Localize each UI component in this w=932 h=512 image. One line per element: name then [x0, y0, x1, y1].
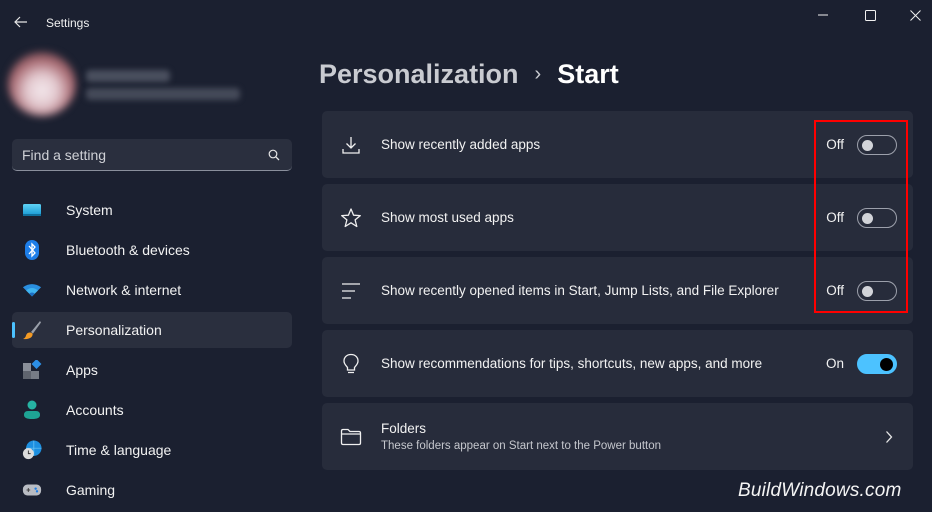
download-icon — [340, 134, 362, 156]
search-input[interactable] — [22, 146, 266, 163]
maximize-button[interactable] — [850, 4, 890, 26]
sidebar-item-personalization[interactable]: Personalization — [12, 312, 292, 348]
bluetooth-icon — [22, 240, 42, 260]
sidebar-nav: System Bluetooth & devices Network & int… — [12, 192, 292, 512]
breadcrumb-chevron-icon: › — [534, 62, 542, 85]
search-icon[interactable] — [266, 147, 282, 163]
sidebar-item-label: Accounts — [66, 402, 124, 418]
title-bar: Settings — [0, 0, 932, 44]
setting-recommendations: Show recommendations for tips, shortcuts… — [322, 330, 913, 397]
user-profile[interactable] — [6, 50, 246, 120]
sidebar-item-apps[interactable]: Apps — [12, 352, 292, 388]
gamepad-icon — [22, 480, 42, 500]
toggle-knob — [880, 357, 893, 371]
sidebar-item-time-language[interactable]: Time & language — [12, 432, 292, 468]
setting-label: Folders — [381, 421, 427, 436]
monitor-icon — [22, 200, 42, 220]
folder-icon — [340, 426, 362, 448]
breadcrumb: Personalization › Start — [319, 56, 619, 92]
sidebar-item-label: Apps — [66, 362, 98, 378]
close-button[interactable] — [895, 4, 932, 26]
highlight-box-annotation — [814, 120, 908, 313]
sidebar-item-gaming[interactable]: Gaming — [12, 472, 292, 508]
page-title: Start — [557, 58, 619, 89]
sidebar-item-accounts[interactable]: Accounts — [12, 392, 292, 428]
globe-clock-icon — [22, 440, 42, 460]
setting-folders[interactable]: Folders These folders appear on Start ne… — [322, 403, 913, 470]
sidebar-item-network[interactable]: Network & internet — [12, 272, 292, 308]
sidebar-item-label: Network & internet — [66, 282, 182, 298]
settings-window: Settings System — [0, 0, 932, 512]
list-icon — [340, 280, 362, 302]
recommendations-toggle[interactable] — [857, 353, 897, 374]
toggle-state-text: On — [825, 356, 844, 371]
app-title: Settings — [46, 16, 90, 30]
star-icon — [340, 207, 362, 229]
back-arrow-icon — [14, 16, 27, 28]
sidebar-item-label: Gaming — [66, 482, 116, 498]
sidebar-item-bluetooth[interactable]: Bluetooth & devices — [12, 232, 292, 268]
apps-icon — [22, 360, 42, 380]
close-icon — [909, 9, 921, 21]
lightbulb-icon — [340, 353, 362, 375]
search-box[interactable] — [12, 139, 292, 171]
user-name-blurred — [86, 70, 170, 82]
maximize-icon — [864, 9, 876, 21]
person-icon — [22, 400, 42, 420]
wifi-icon — [22, 280, 42, 300]
paintbrush-icon — [22, 320, 42, 340]
back-button[interactable] — [10, 10, 32, 34]
minimize-button[interactable] — [803, 4, 843, 26]
sidebar-item-label: Personalization — [66, 322, 162, 338]
sidebar-item-label: System — [66, 202, 113, 218]
setting-description: These folders appear on Start next to th… — [381, 440, 662, 452]
sidebar-item-label: Time & language — [66, 442, 172, 458]
toggle-control: On — [826, 330, 897, 397]
breadcrumb-parent-link[interactable]: Personalization — [319, 59, 519, 90]
chevron-right-icon — [883, 427, 895, 447]
minimize-icon — [817, 14, 828, 16]
sidebar-item-label: Bluetooth & devices — [66, 242, 190, 258]
watermark: BuildWindows.com — [738, 480, 902, 501]
avatar — [8, 52, 76, 116]
sidebar-item-system[interactable]: System — [12, 192, 292, 228]
user-email-blurred — [86, 88, 240, 100]
